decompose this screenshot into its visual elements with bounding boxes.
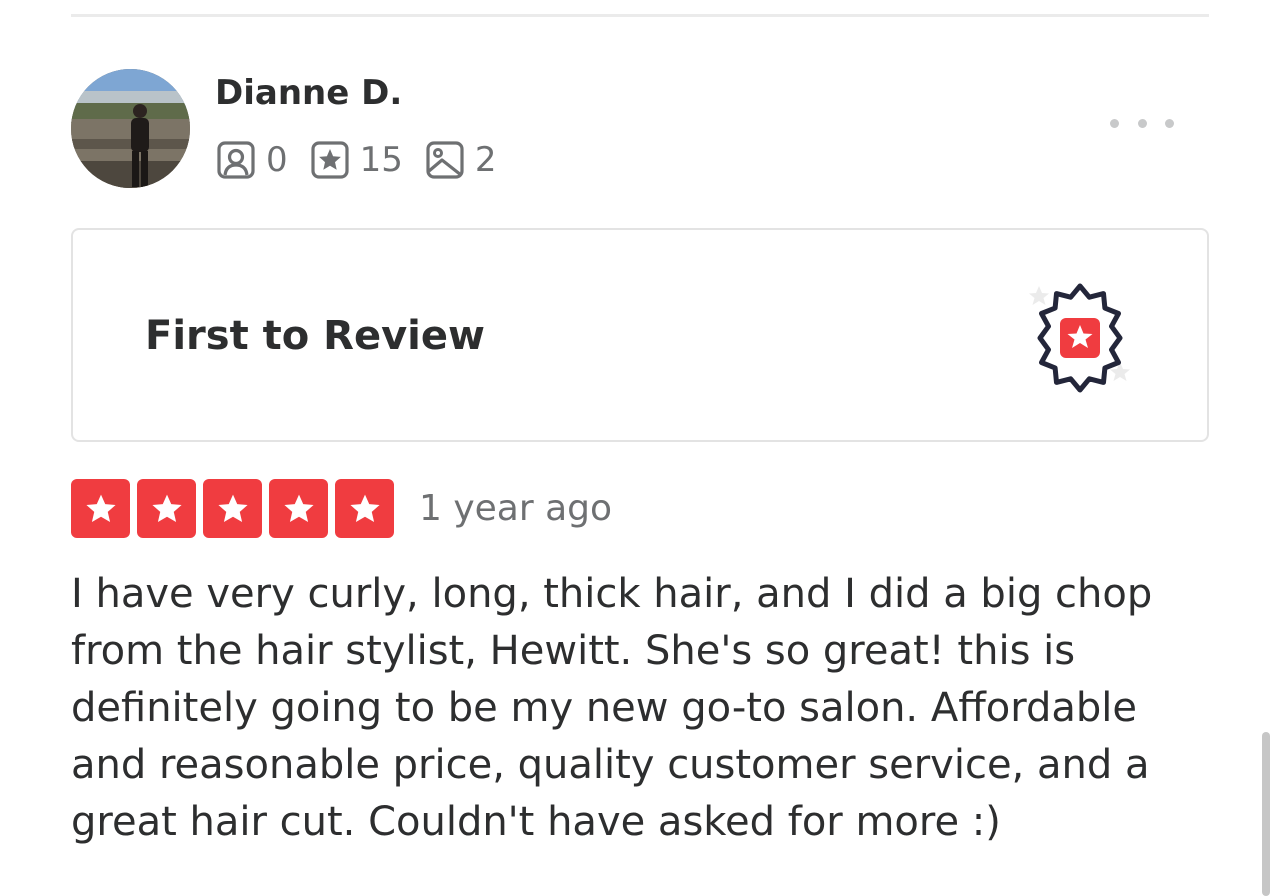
badge-title: First to Review — [145, 313, 485, 359]
review-card: Dianne D. 0 15 2 First to Review 1 year … — [0, 0, 1280, 896]
scrollbar[interactable] — [1262, 732, 1270, 896]
star-rating — [71, 479, 401, 538]
badge-card[interactable]: First to Review — [71, 228, 1209, 442]
first-to-review-badge-icon — [1023, 278, 1143, 398]
reviews-stat: 15 — [310, 140, 403, 180]
review-date: 1 year ago — [419, 488, 613, 529]
rating-star — [71, 479, 130, 538]
photos-icon — [425, 140, 465, 180]
rating-star — [203, 479, 262, 538]
avatar[interactable] — [71, 69, 190, 188]
star-icon — [217, 494, 248, 522]
friends-stat: 0 — [216, 140, 288, 180]
rating-star — [269, 479, 328, 538]
more-dot — [1165, 118, 1174, 128]
star-icon — [283, 494, 314, 522]
user-stats: 0 15 2 — [216, 139, 519, 181]
more-options-icon[interactable] — [1110, 110, 1174, 136]
rating-star — [335, 479, 394, 538]
user-name[interactable]: Dianne D. — [215, 73, 402, 113]
friends-icon — [216, 140, 256, 180]
more-dot — [1137, 118, 1147, 128]
star-icon — [85, 494, 116, 522]
star-icon — [349, 494, 380, 522]
review-text: I have very curly, long, thick hair, and… — [71, 571, 1153, 845]
photos-stat: 2 — [425, 140, 497, 180]
top-divider — [71, 14, 1209, 17]
rating-star — [137, 479, 196, 538]
star-icon — [151, 494, 182, 522]
reviews-count: 15 — [359, 140, 403, 180]
photos-count: 2 — [474, 140, 497, 180]
more-dot — [1110, 118, 1119, 128]
friends-count: 0 — [266, 140, 288, 180]
reviews-star-icon — [310, 140, 350, 180]
